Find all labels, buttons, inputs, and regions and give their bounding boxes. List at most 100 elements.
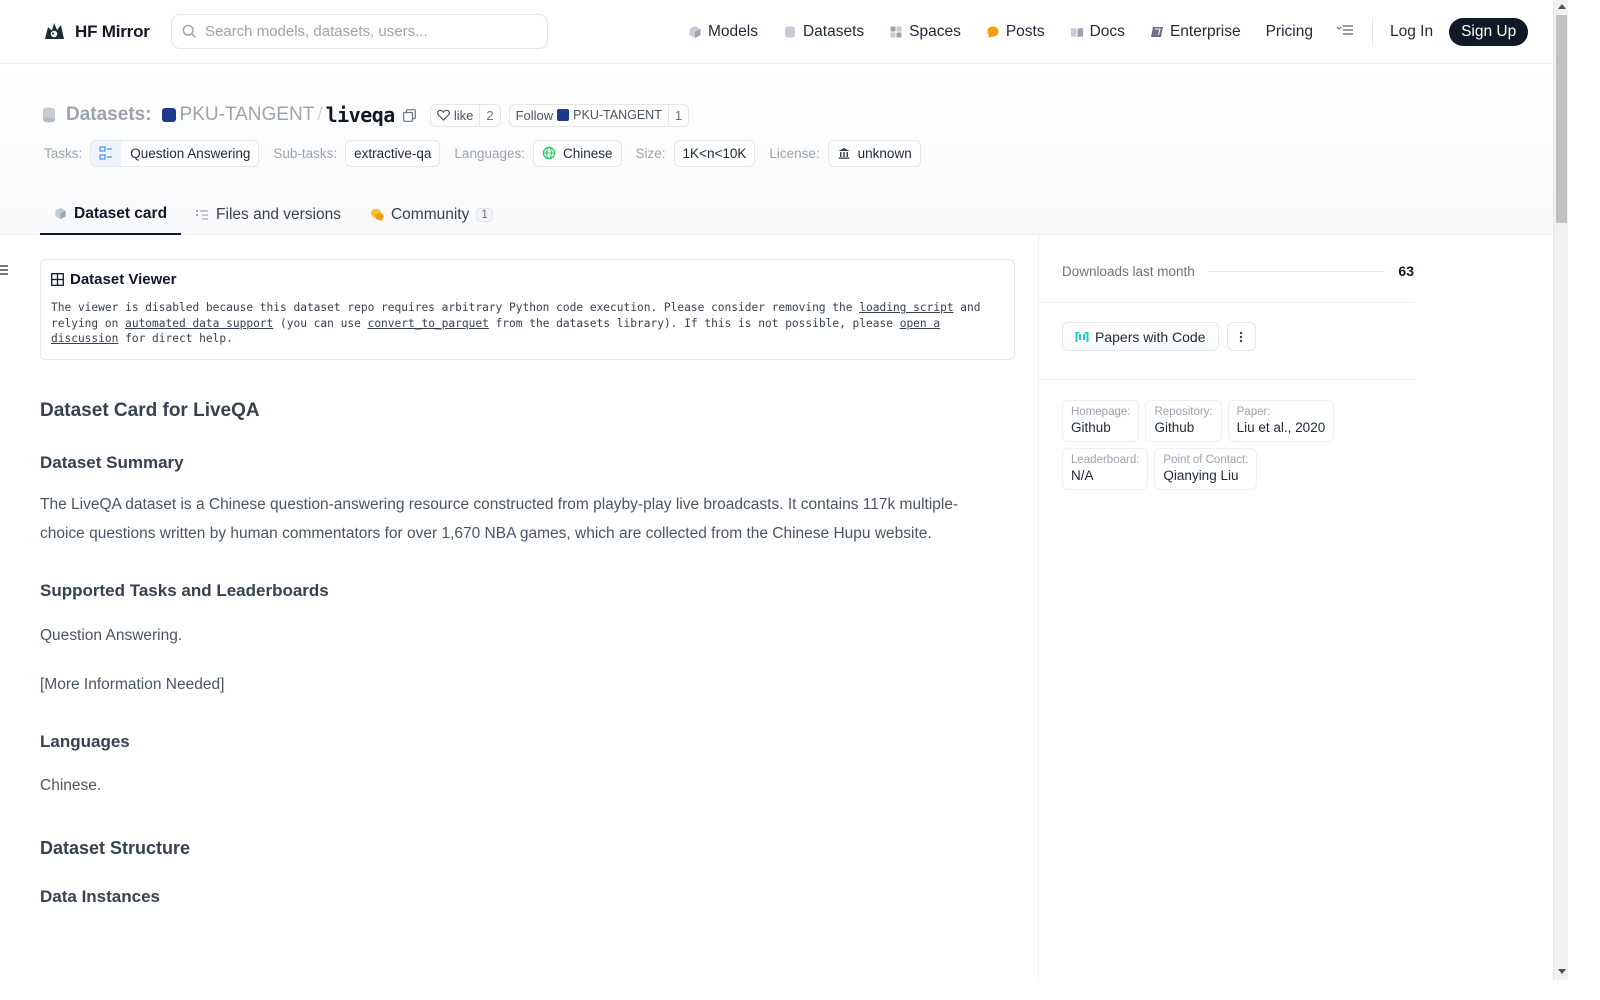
sidebar-divider: [1039, 379, 1415, 380]
heading-dataset-summary: Dataset Summary: [40, 452, 184, 472]
loading-script-link[interactable]: loading script: [859, 301, 953, 314]
tag-extractive-qa[interactable]: extractive-qa: [345, 139, 441, 167]
nav-spaces[interactable]: Spaces: [889, 23, 961, 41]
follow-button[interactable]: Follow PKU-TANGENT 1: [508, 103, 690, 127]
vertical-dots-icon: [1239, 331, 1243, 342]
heading-supported-tasks: Supported Tasks and Leaderboards: [40, 580, 329, 600]
convert-to-parquet-link[interactable]: convert_to_parquet: [368, 317, 489, 330]
heading-data-instances: Data Instances: [40, 886, 160, 906]
qa-icon-box: [91, 140, 122, 166]
right-sidebar: Downloads last month 63 Papers with Code…: [1038, 235, 1415, 980]
viewer-heading: Dataset Viewer: [51, 271, 1004, 288]
languages-label: Languages:: [454, 145, 525, 161]
like-count: 2: [479, 104, 499, 126]
nav-datasets[interactable]: Datasets: [783, 23, 864, 41]
database-icon: [784, 26, 795, 38]
brand-name: HF Mirror: [75, 21, 150, 41]
tag-language[interactable]: Chinese: [533, 139, 622, 167]
copy-icon[interactable]: [402, 108, 416, 122]
more-menu-button[interactable]: [1336, 23, 1354, 41]
search-box[interactable]: [171, 14, 548, 49]
tag-question-answering[interactable]: Question Answering: [90, 139, 260, 167]
file-tree-icon: [196, 209, 209, 220]
dataset-card-main: Dataset Viewer The viewer is disabled be…: [40, 259, 1015, 907]
papers-with-code-button[interactable]: Papers with Code: [1062, 322, 1219, 351]
tab-dataset-card-label: Dataset card: [74, 204, 168, 222]
card-content: Dataset Card for LiveQA Dataset Summary …: [40, 400, 1015, 907]
nav-pricing[interactable]: Pricing: [1266, 23, 1313, 41]
sidebar-divider: [1039, 302, 1415, 303]
follow-label-wrap: Follow PKU-TANGENT: [510, 108, 668, 123]
papers-with-code-row: Papers with Code: [1062, 322, 1256, 351]
repo-header: Datasets: PKU-TANGENT / liveqa like 2 Fo…: [0, 64, 1553, 235]
like-button[interactable]: like 2: [429, 103, 501, 127]
meta-leaderboard: Leaderboard: N/A: [1062, 448, 1149, 490]
license-value: unknown: [857, 145, 912, 161]
sidebar-toggle-icon[interactable]: [0, 264, 10, 276]
nav-models[interactable]: Models: [688, 23, 758, 41]
heading-languages: Languages: [40, 731, 130, 751]
path-separator: /: [317, 104, 323, 125]
speech-bubble-icon: [987, 26, 999, 38]
nav-posts[interactable]: Posts: [986, 23, 1045, 41]
community-bubbles-icon: [370, 208, 384, 221]
section-label[interactable]: Datasets:: [66, 104, 152, 126]
nav-divider: [1371, 18, 1373, 46]
globe-icon: [542, 146, 556, 160]
meta-value: Qianying Liu: [1163, 468, 1239, 483]
more-options-button[interactable]: [1226, 322, 1256, 351]
tag-license[interactable]: unknown: [827, 139, 921, 167]
nav-pricing-label: Pricing: [1265, 23, 1313, 40]
meta-paper[interactable]: Paper: Liu et al., 2020: [1227, 400, 1335, 442]
heart-icon: [436, 109, 450, 121]
card-title: Dataset Card for LiveQA: [40, 399, 260, 421]
nav-docs[interactable]: Docs: [1070, 23, 1125, 41]
summary-text: The LiveQA dataset is a Chinese question…: [40, 495, 959, 542]
meta-repository[interactable]: Repository: Github: [1145, 400, 1222, 442]
page-scrollbar[interactable]: [1553, 0, 1568, 980]
heading-dataset-structure: Dataset Structure: [40, 837, 191, 858]
search-input[interactable]: [205, 23, 525, 40]
meta-value: Liu et al., 2020: [1236, 420, 1326, 435]
spaces-grid-icon: [890, 26, 902, 38]
org-avatar: [161, 108, 176, 122]
tab-files-and-versions[interactable]: Files and versions: [181, 194, 355, 235]
tab-community-label: Community: [390, 205, 470, 223]
scrollbar-thumb[interactable]: [1556, 15, 1567, 223]
signup-button[interactable]: Sign Up: [1449, 18, 1529, 46]
meta-homepage[interactable]: Homepage: Github: [1062, 400, 1140, 442]
book-icon: [1070, 28, 1083, 37]
menu-lines-icon: [1336, 25, 1353, 35]
cube-icon: [689, 26, 701, 38]
scroll-up-arrow-icon[interactable]: [1558, 4, 1566, 9]
login-link[interactable]: Log In: [1390, 23, 1433, 41]
nav-links: Models Datasets Spaces Posts Docs Enterp…: [688, 18, 1529, 46]
meta-point-of-contact[interactable]: Point of Contact: Qianying Liu: [1154, 448, 1258, 490]
subtasks-label: Sub-tasks:: [273, 145, 338, 161]
tab-community[interactable]: Community 1: [355, 194, 507, 235]
repo-name[interactable]: liveqa: [326, 103, 396, 127]
automated-data-support-link[interactable]: automated data support: [125, 317, 273, 330]
license-label: License:: [769, 145, 820, 161]
tasks-label: Tasks:: [44, 145, 83, 161]
org-link[interactable]: PKU-TANGENT: [180, 104, 315, 126]
question-answering-icon: [99, 146, 113, 160]
tag-size[interactable]: 1K<n<10K: [673, 139, 756, 167]
logo-link[interactable]: HF Mirror: [42, 19, 150, 44]
tags-row: Tasks: Question Answering Sub-tasks: ext…: [44, 139, 935, 167]
nav-enterprise[interactable]: Enterprise: [1150, 23, 1241, 41]
community-count-badge: 1: [476, 207, 493, 222]
viewer-msg-part: (you can use: [273, 316, 368, 330]
viewer-msg-part: from the datasets library). If this is n…: [488, 316, 900, 330]
tab-dataset-card[interactable]: Dataset card: [40, 194, 182, 235]
meta-key: Leaderboard:: [1071, 454, 1140, 466]
nav-models-label: Models: [708, 23, 758, 40]
meta-key: Paper:: [1236, 406, 1271, 418]
papers-with-code-icon: [1075, 331, 1089, 342]
nav-posts-label: Posts: [1005, 23, 1045, 40]
tasks-text: Question Answering.: [40, 626, 183, 644]
follow-label: Follow: [515, 107, 554, 123]
scroll-down-arrow-icon[interactable]: [1558, 969, 1566, 974]
meta-value: Github: [1154, 420, 1195, 435]
dataset-viewer-panel: Dataset Viewer The viewer is disabled be…: [40, 259, 1015, 360]
